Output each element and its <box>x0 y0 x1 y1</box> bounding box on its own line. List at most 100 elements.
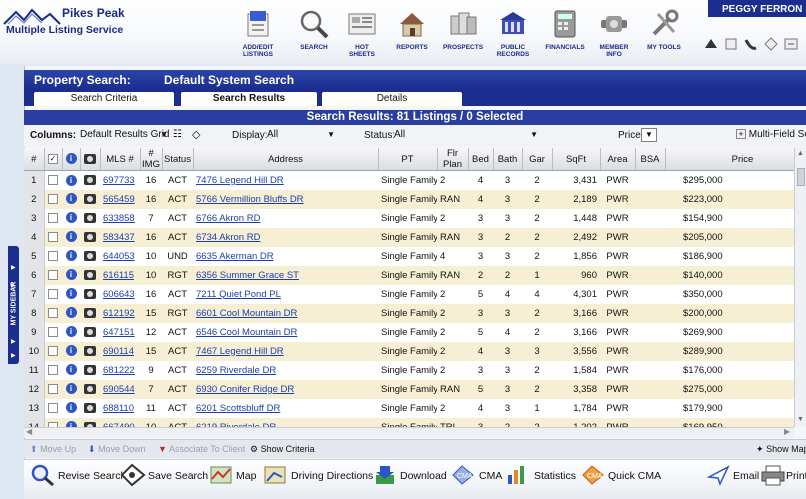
address-link-cell[interactable]: 7467 Legend Hill DR <box>193 341 378 361</box>
table-row[interactable]: 8 i 612192 15 RGT 6601 Cool Mountain DR Single… <box>24 303 800 323</box>
camera-icon[interactable] <box>84 288 96 299</box>
select-all-checkbox[interactable]: ✓ <box>48 153 58 164</box>
user-name[interactable]: PEGGY FERRON <box>722 4 802 15</box>
row-checkbox[interactable] <box>48 326 59 337</box>
address-link-cell[interactable]: 7211 Quiet Pond PL <box>193 284 378 304</box>
phone-icon[interactable] <box>743 36 759 52</box>
info-icon[interactable]: i <box>65 402 77 414</box>
nav-my-tools[interactable]: MY TOOLS <box>642 4 686 60</box>
col-header-flr-plan[interactable]: Flr Plan <box>437 148 469 171</box>
tab-search-criteria[interactable]: Search Criteria <box>34 92 174 106</box>
tag-icon[interactable]: ◇ <box>192 128 200 141</box>
row-select-cell[interactable] <box>44 303 62 323</box>
address-link[interactable]: 7211 Quiet Pond PL <box>196 289 281 300</box>
col-header-area[interactable]: Area <box>600 148 636 171</box>
row-checkbox[interactable] <box>48 250 59 261</box>
row-select-cell[interactable] <box>44 284 62 304</box>
row-select-cell[interactable] <box>44 360 62 380</box>
mls-link[interactable]: 688110 <box>103 403 134 414</box>
row-select-cell[interactable] <box>44 379 62 399</box>
col-header-mls[interactable]: MLS # <box>100 148 141 171</box>
table-row[interactable]: 13 i 688110 11 ACT 6201 Scottsbluff DR Single … <box>24 398 800 418</box>
address-link-cell[interactable]: 6356 Summer Grace ST <box>193 265 378 285</box>
mls-link[interactable]: 612192 <box>103 308 135 319</box>
mls-link-cell[interactable]: 667490 <box>100 417 140 427</box>
row-checkbox[interactable] <box>48 307 59 318</box>
row-photo-cell[interactable] <box>80 360 100 380</box>
row-select-cell[interactable] <box>44 322 62 342</box>
row-info-cell[interactable]: i <box>62 341 80 361</box>
row-info-cell[interactable]: i <box>62 284 80 304</box>
row-photo-cell[interactable] <box>80 189 100 209</box>
camera-icon[interactable] <box>84 175 96 186</box>
info-icon[interactable]: i <box>65 174 77 186</box>
nav-member-info[interactable]: MEMBER INFO <box>594 4 634 60</box>
row-photo-cell[interactable] <box>80 265 100 285</box>
table-row[interactable]: 6 i 616115 10 RGT 6356 Summer Grace ST Single … <box>24 265 800 285</box>
camera-icon[interactable] <box>84 326 96 337</box>
address-link[interactable]: 6601 Cool Mountain DR <box>196 308 297 319</box>
mls-link-cell[interactable]: 565459 <box>100 189 140 209</box>
row-checkbox[interactable] <box>48 231 59 242</box>
row-photo-cell[interactable] <box>80 341 100 361</box>
row-select-cell[interactable] <box>44 170 62 190</box>
mls-link[interactable]: 583437 <box>103 232 135 243</box>
move-up-button[interactable]: ⬆ Move Up <box>30 444 76 455</box>
row-photo-cell[interactable] <box>80 170 100 190</box>
address-link-cell[interactable]: 6635 Akerman DR <box>193 246 378 266</box>
col-header-status[interactable]: Status <box>162 148 194 171</box>
price-sort-select[interactable]: ▼ <box>641 128 657 142</box>
row-info-cell[interactable]: i <box>62 360 80 380</box>
mls-link-cell[interactable]: 681222 <box>100 360 140 380</box>
info-icon[interactable]: i <box>65 231 77 243</box>
info-icon[interactable]: i <box>65 326 77 338</box>
row-photo-cell[interactable] <box>80 398 100 418</box>
mls-link[interactable]: 647151 <box>103 327 135 338</box>
columns-select[interactable]: Default Results Grid ▼ <box>80 129 170 143</box>
nav-public-records[interactable]: PUBLIC RECORDS <box>492 4 534 60</box>
mls-link-cell[interactable]: 647151 <box>100 322 140 342</box>
row-checkbox[interactable] <box>48 175 59 186</box>
col-header-select[interactable]: ✓ <box>44 148 63 171</box>
table-row[interactable]: 5 i 644053 10 UND 6635 Akerman DR Single Famil… <box>24 246 800 266</box>
table-row[interactable]: 14 i 667490 10 ACT 6219 Riverdale DR Single Fa… <box>24 417 800 427</box>
row-info-cell[interactable]: i <box>62 208 80 228</box>
table-row[interactable]: 3 i 633858 7 ACT 6766 Akron RD Single Family 2 3… <box>24 208 800 228</box>
address-link-cell[interactable]: 6219 Riverdale DR <box>193 417 378 427</box>
address-link[interactable]: 7467 Legend Hill DR <box>196 346 284 357</box>
mls-link[interactable]: 565459 <box>103 194 135 205</box>
row-checkbox[interactable] <box>48 402 59 413</box>
camera-icon[interactable] <box>84 402 96 413</box>
table-row[interactable]: 2 i 565459 16 ACT 5766 Vermillion Bluffs DR Si… <box>24 189 800 209</box>
row-info-cell[interactable]: i <box>62 417 80 427</box>
address-link[interactable]: 6635 Akerman DR <box>196 251 274 262</box>
mls-link[interactable]: 681222 <box>103 365 135 376</box>
col-header-gar[interactable]: Gar <box>522 148 553 171</box>
mls-link[interactable]: 697733 <box>103 175 135 186</box>
mls-link-cell[interactable]: 697733 <box>100 170 140 190</box>
info-icon[interactable]: i <box>65 345 77 357</box>
associate-to-client-button[interactable]: ▼ Associate To Client <box>158 444 245 454</box>
pikes-peak-logo[interactable]: Pikes Peak Multiple Listing Service <box>2 4 132 44</box>
row-info-cell[interactable]: i <box>62 379 80 399</box>
camera-icon[interactable] <box>84 307 96 318</box>
address-link[interactable]: 6356 Summer Grace ST <box>196 270 299 281</box>
menu-icon[interactable] <box>783 36 799 52</box>
table-row[interactable]: 12 i 690544 7 ACT 6930 Conifer Ridge DR Single… <box>24 379 800 399</box>
info-icon[interactable]: i <box>65 288 77 300</box>
scrollbar-thumb[interactable] <box>797 168 805 186</box>
status-select[interactable]: All ▼ <box>394 129 540 143</box>
mls-link[interactable]: 633858 <box>103 213 135 224</box>
row-info-cell[interactable]: i <box>62 265 80 285</box>
car-icon[interactable] <box>703 36 719 52</box>
nav-reports[interactable]: REPORTS <box>392 4 432 60</box>
info-icon[interactable]: i <box>65 193 77 205</box>
row-info-cell[interactable]: i <box>62 227 80 247</box>
row-photo-cell[interactable] <box>80 246 100 266</box>
tag-icon[interactable] <box>723 36 739 52</box>
mls-link-cell[interactable]: 616115 <box>100 265 140 285</box>
row-info-cell[interactable]: i <box>62 303 80 323</box>
address-link-cell[interactable]: 6259 Riverdale DR <box>193 360 378 380</box>
camera-icon[interactable] <box>84 383 96 394</box>
camera-icon[interactable] <box>84 250 96 261</box>
